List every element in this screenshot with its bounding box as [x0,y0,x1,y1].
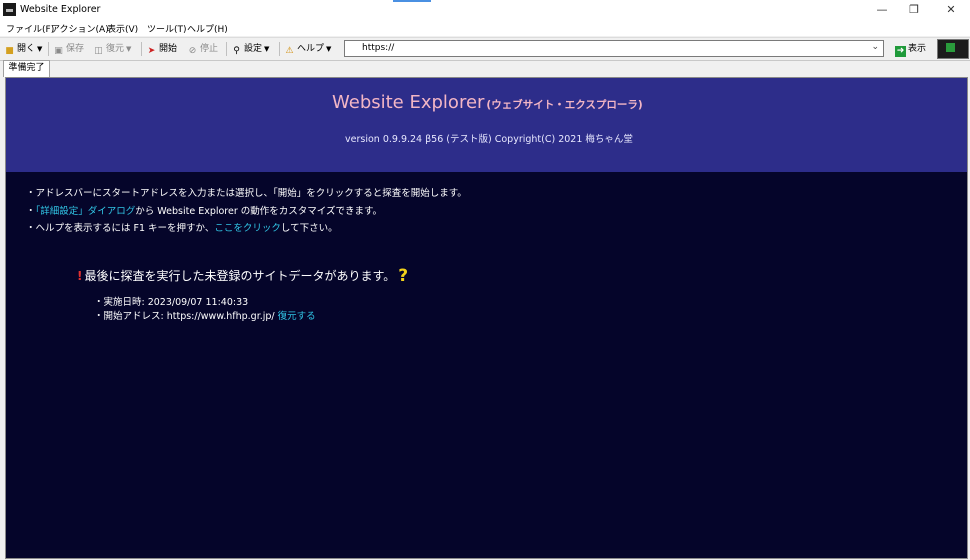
chevron-down-icon: ▼ [264,45,270,53]
toolbar-divider [48,42,49,56]
help-button[interactable]: ⚠ ヘルプ ▼ [284,41,331,57]
tab-ready[interactable]: 準備完了 [3,60,50,77]
info-bullet-help: ・ヘルプを表示するには F1 キーを押すか、ここをクリックして下さい。 [26,220,338,234]
chevron-down-icon: ▼ [37,45,43,53]
rocket-icon: ➤ [147,46,156,56]
toolbar-divider [226,42,227,56]
view-button[interactable]: ➜ 表示 [895,41,926,57]
unsaved-data-notice: ! 最後に探査を実行した未登録のサイトデータがあります。? [77,266,408,286]
chevron-down-icon: ▼ [326,45,332,53]
toolbar-divider [141,42,142,56]
address-value: https:// [362,43,395,53]
info-bullet-settings: ・「詳細設定」ダイアログから Website Explorer の動作をカスタマ… [26,203,382,217]
chevron-down-icon: ▼ [126,45,132,53]
save-icon: ▣ [54,46,63,56]
bullet-help-text: ・ヘルプを表示するには F1 キーを押すか、 [26,223,215,234]
bullet-help-suffix: して下さい。 [280,223,338,234]
notice-address-text: ・開始アドレス: https://www.hfhp.gr.jp/ [94,311,275,322]
title-accent [393,0,431,2]
question-icon[interactable]: ? [398,266,408,286]
restore-icon: ◫ [94,46,103,56]
menu-help[interactable]: ヘルプ(H) [187,22,228,35]
status-monitor-icon [937,39,969,59]
restore-button[interactable]: ◫ 復元 ▼ [93,41,131,57]
bullet-marker: ・ [26,206,36,217]
notice-date: ・実施日時: 2023/09/07 11:40:33 [94,297,249,308]
menu-bar: ファイル(F) アクション(A) 表示(V) ツール(T) ヘルプ(H) [0,20,970,36]
settings-button[interactable]: ⚲ 設定 ▼ [231,41,269,57]
toolbar-divider [279,42,280,56]
info-bullet-start: ・アドレスバーにスタートアドレスを入力または選択し、「開始」をクリックすると探査… [26,188,467,199]
menu-tools[interactable]: ツール(T) [147,22,187,35]
warning-icon: ⚠ [285,46,294,56]
menu-view[interactable]: 表示(V) [107,22,138,35]
help-link[interactable]: ここをクリック [214,223,281,234]
content-panel: Website Explorer (ウェブサイト・エクスプローラ) version… [5,77,968,559]
start-button[interactable]: ➤ 開始 [146,41,177,57]
chevron-down-icon[interactable]: ⌄ [871,42,879,52]
bullet-settings-text: から Website Explorer の動作をカスタマイズできます。 [135,206,383,217]
version-text: version 0.9.9.24 β56 (テスト版) Copyright(C)… [345,134,633,145]
go-arrow-icon: ➜ [895,46,906,57]
settings-dialog-link[interactable]: 「詳細設定」ダイアログ [36,206,136,217]
folder-icon: ■ [5,46,14,56]
title-bar: Website Explorer — ❐ ✕ [0,0,970,20]
menu-file[interactable]: ファイル(F) [6,22,54,35]
minimize-icon[interactable]: — [867,2,897,18]
magnifier-icon: ⚲ [233,46,240,56]
exclamation-icon: ! [77,269,83,283]
tab-strip: 準備完了 [0,60,970,77]
banner: Website Explorer (ウェブサイト・エクスプローラ) version… [6,78,967,172]
notice-message: 最後に探査を実行した未登録のサイトデータがあります。 [84,269,396,283]
brand-title: Website Explorer (ウェブサイト・エクスプローラ) [332,92,643,113]
restore-window-icon[interactable]: ❐ [899,2,929,18]
stop-button[interactable]: ⊘ 停止 [187,41,218,57]
notice-address: ・開始アドレス: https://www.hfhp.gr.jp/ 復元する [94,308,316,322]
brand-name: Website Explorer [332,92,485,113]
close-icon[interactable]: ✕ [936,2,966,18]
restore-link[interactable]: 復元する [278,311,316,322]
stop-icon: ⊘ [188,46,197,56]
menu-action[interactable]: アクション(A) [51,22,109,35]
open-button[interactable]: ■ 開く ▼ [4,41,42,57]
brand-subtitle: (ウェブサイト・エクスプローラ) [486,99,643,111]
save-button[interactable]: ▣ 保存 [53,41,84,57]
app-icon [3,3,16,16]
address-input[interactable]: https:// ⌄ [344,40,884,57]
status-monitor-indicator [946,43,955,52]
window-title: Website Explorer [20,4,101,15]
